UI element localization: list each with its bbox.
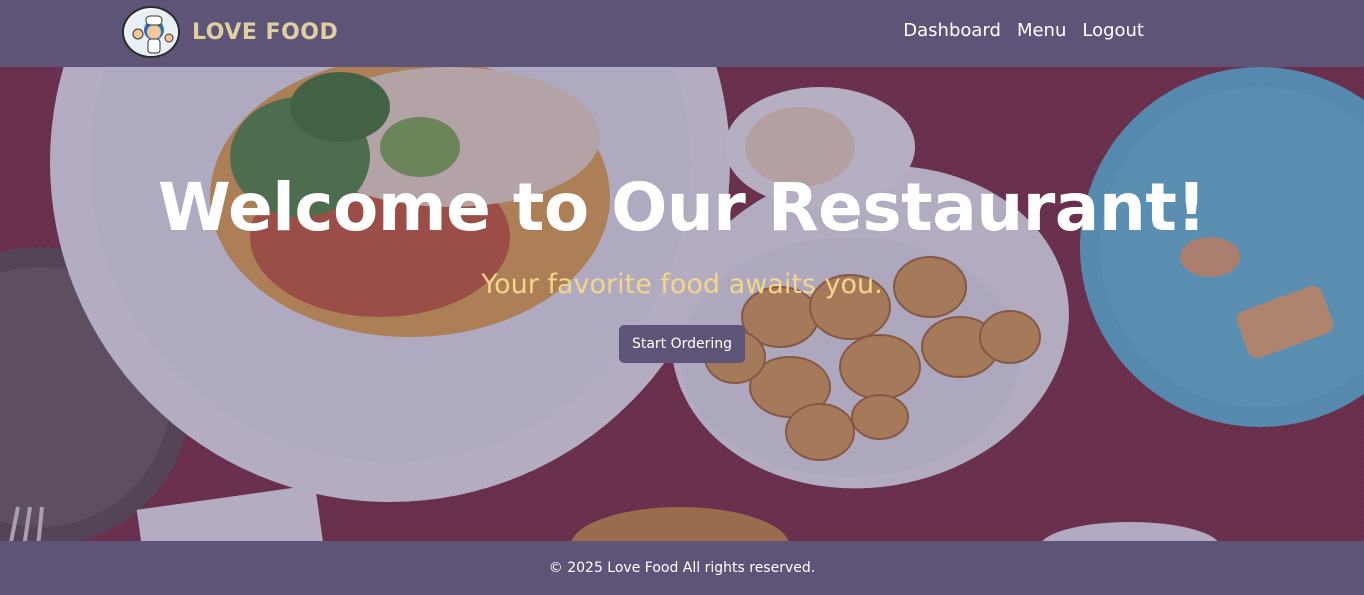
footer: © 2025 Love Food All rights reserved. bbox=[0, 541, 1364, 595]
brand-name: LOVE FOOD bbox=[192, 19, 339, 45]
nav-links: Dashboard Menu Logout bbox=[903, 20, 1144, 41]
start-ordering-button[interactable]: Start Ordering bbox=[619, 325, 745, 363]
footer-copyright: © 2025 Love Food All rights reserved. bbox=[548, 560, 816, 576]
brand-link[interactable]: LOVE FOOD bbox=[122, 6, 338, 58]
chef-mascot-icon bbox=[122, 6, 180, 58]
nav-dashboard-link[interactable]: Dashboard bbox=[903, 20, 1001, 41]
hero-subtitle: Your favorite food awaits you. bbox=[481, 269, 883, 300]
hero-title: Welcome to Our Restaurant! bbox=[158, 169, 1206, 246]
hero-section: Welcome to Our Restaurant! Your favorite… bbox=[0, 67, 1364, 541]
nav-menu-link[interactable]: Menu bbox=[1017, 20, 1066, 41]
hero-overlay bbox=[0, 67, 1364, 541]
nav-logout-link[interactable]: Logout bbox=[1082, 20, 1144, 41]
navbar: LOVE FOOD Dashboard Menu Logout bbox=[0, 0, 1364, 67]
